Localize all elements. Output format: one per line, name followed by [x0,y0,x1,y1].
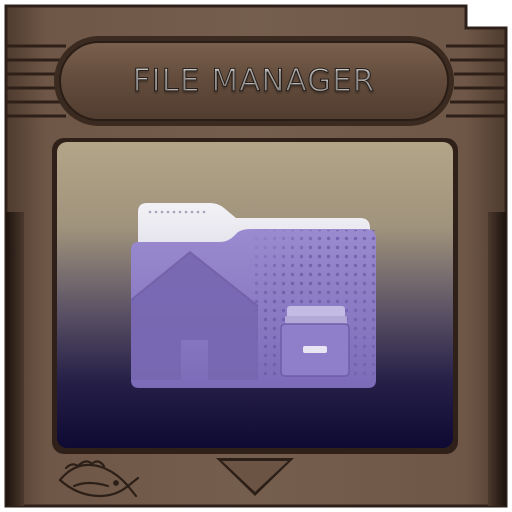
title-plate [59,41,449,121]
left-grip [6,212,24,506]
file-manager-app-icon[interactable]: FILE MANAGER [0,0,512,512]
right-grip [488,212,506,506]
folder-home-icon [130,203,376,388]
cartridge-artwork [4,4,508,508]
